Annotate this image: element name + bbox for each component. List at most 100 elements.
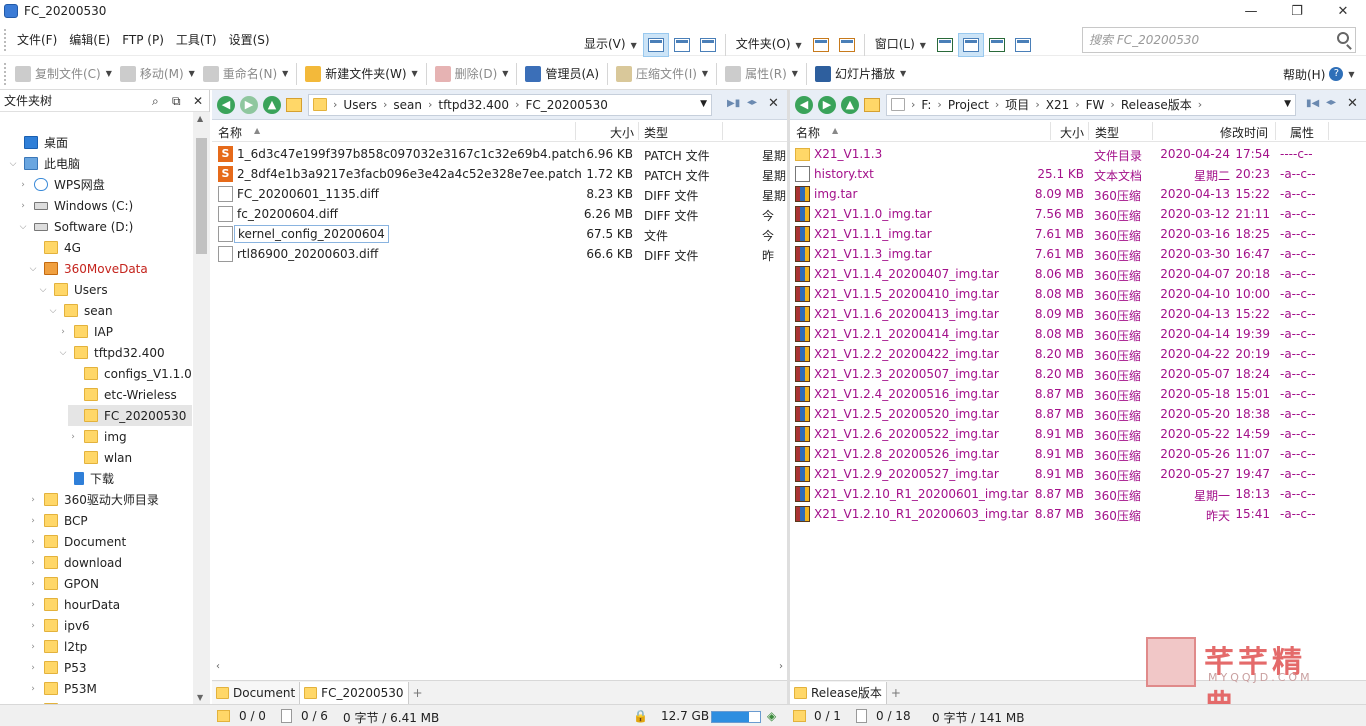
file-row[interactable]: X21_V1.2.10_R1_20200603_img.tar 8.87 MB 36… xyxy=(790,504,1350,524)
file-row[interactable]: rtl86900_20200603.diff 66.6 KB DIFF 文件 昨 xyxy=(212,244,787,264)
properties-button[interactable]: 属性(R) ▼ xyxy=(721,60,802,88)
scroll-left-icon[interactable]: ‹ xyxy=(216,661,220,672)
tree-item[interactable]: › IAP xyxy=(58,321,113,342)
tree-item[interactable]: ⌵ 360MoveData xyxy=(28,258,148,279)
breadcrumb-item[interactable]: tftpd32.400 xyxy=(438,98,509,112)
copy-file-button[interactable]: 复制文件(C) ▼ xyxy=(11,60,116,88)
menu-edit[interactable]: 编辑(E) xyxy=(63,24,116,56)
tree-item[interactable]: 下载 xyxy=(58,468,114,489)
disk-info-icon[interactable]: ◈ xyxy=(767,709,776,723)
file-row[interactable]: X21_V1.1.3_img.tar 7.61 MB 360压缩 2020-03-30… xyxy=(790,244,1350,264)
favorites-folder-icon[interactable] xyxy=(864,97,880,112)
delete-button[interactable]: 删除(D) ▼ xyxy=(431,60,513,88)
right-address-bar[interactable]: › F: › Project › 项目 › X21 › FW › Release版本 › ▼ xyxy=(886,93,1296,116)
collapsed-chevron-icon[interactable]: › xyxy=(28,621,38,631)
file-row[interactable]: X21_V1.1.1_img.tar 7.61 MB 360压缩 2020-03-16… xyxy=(790,224,1350,244)
breadcrumb-item[interactable]: sean xyxy=(393,98,422,112)
file-row[interactable]: X21_V1.2.5_20200520_img.tar 8.87 MB 360压缩 2… xyxy=(790,404,1350,424)
tree-item[interactable]: › ipv6 xyxy=(28,615,90,636)
file-row[interactable]: X21_V1.1.6_20200413_img.tar 8.09 MB 360压缩 2… xyxy=(790,304,1350,324)
up-icon[interactable]: ▲ xyxy=(841,95,859,114)
favorites-folder-icon[interactable] xyxy=(286,97,302,112)
add-tab-button[interactable]: + xyxy=(409,682,427,704)
minimize-button[interactable]: — xyxy=(1228,0,1274,22)
tab-release[interactable]: Release版本 xyxy=(790,681,887,704)
tree-item[interactable]: etc-Wrieless xyxy=(68,384,177,405)
breadcrumb-item[interactable]: FC_20200530 xyxy=(525,98,607,112)
file-row[interactable]: X21_V1.2.3_20200507_img.tar 8.20 MB 360压缩 2… xyxy=(790,364,1350,384)
folder-view-b-button[interactable] xyxy=(834,33,860,57)
menu-ftp[interactable]: FTP (P) xyxy=(116,24,170,56)
col-type-header[interactable]: 类型 xyxy=(1095,124,1119,141)
col-name-header[interactable]: 名称 xyxy=(796,124,820,141)
menu-file[interactable]: 文件(F) xyxy=(11,24,63,56)
collapsed-chevron-icon[interactable]: › xyxy=(68,432,78,442)
window-menu[interactable]: 窗口(L) ▼ xyxy=(869,28,932,62)
address-dropdown-icon[interactable]: ▼ xyxy=(1284,99,1291,109)
tab-fc-20200530[interactable]: FC_20200530 xyxy=(300,681,409,704)
layout-dual-button[interactable] xyxy=(957,33,984,57)
forward-icon[interactable]: ▶ xyxy=(240,95,258,114)
tree-item[interactable]: ⌵ Software (D:) xyxy=(18,216,134,237)
file-row[interactable]: X21_V1.2.9_20200527_img.tar 8.91 MB 360压缩 2… xyxy=(790,464,1350,484)
col-type-header[interactable]: 类型 xyxy=(644,124,668,141)
tree-item[interactable]: › WPS网盘 xyxy=(18,174,105,195)
file-row[interactable]: X21_V1.2.4_20200516_img.tar 8.87 MB 360压缩 2… xyxy=(790,384,1350,404)
col-name-header[interactable]: 名称 xyxy=(218,124,242,141)
file-row[interactable]: X21_V1.2.8_20200526_img.tar 8.91 MB 360压缩 2… xyxy=(790,444,1350,464)
pane-menu-icon[interactable]: ▮◀ xyxy=(1306,98,1319,109)
file-row[interactable]: X21_V1.2.10_R1_20200601_img.tar 8.87 MB 36… xyxy=(790,484,1350,504)
collapsed-chevron-icon[interactable]: › xyxy=(58,327,68,337)
admin-button[interactable]: 管理员(A) xyxy=(521,60,603,88)
tree-scrollbar[interactable]: ▲ ▼ xyxy=(193,112,210,704)
add-tab-button[interactable]: + xyxy=(887,682,905,704)
tree-item[interactable]: configs_V1.1.0 xyxy=(68,363,192,384)
tree-item[interactable]: wlan xyxy=(68,447,132,468)
file-row[interactable]: X21_V1.1.3 文件目录 2020-04-24 17:54 ----c-- xyxy=(790,144,1350,164)
rename-button[interactable]: 重命名(N) ▼ xyxy=(199,60,293,88)
file-row[interactable]: history.txt 25.1 KB 文本文档 星期二 20:23 -a--c-- xyxy=(790,164,1350,184)
tree-item[interactable]: › Windows (C:) xyxy=(18,195,133,216)
layout-preview-button[interactable] xyxy=(1010,33,1036,57)
expanded-chevron-icon[interactable]: ⌵ xyxy=(58,348,68,358)
menu-settings[interactable]: 设置(S) xyxy=(223,24,276,56)
view-list-button[interactable] xyxy=(669,33,695,57)
tree-item[interactable]: › l2tp xyxy=(28,636,87,657)
display-menu[interactable]: 显示(V) ▼ xyxy=(578,28,643,62)
collapsed-chevron-icon[interactable]: › xyxy=(18,180,28,190)
tree-close-icon[interactable]: ✕ xyxy=(193,94,203,108)
restore-button[interactable]: ❐ xyxy=(1274,0,1320,22)
file-row[interactable]: X21_V1.2.6_20200522_img.tar 8.91 MB 360压缩 2… xyxy=(790,424,1350,444)
expanded-chevron-icon[interactable]: ⌵ xyxy=(18,222,28,232)
file-row[interactable]: S 2_8df4e1b3a9217e3facb096e3e42a4c52e328e… xyxy=(212,164,787,184)
collapsed-chevron-icon[interactable]: › xyxy=(28,579,38,589)
tree-item[interactable]: ⌵ sean xyxy=(48,300,113,321)
file-row[interactable]: X21_V1.2.1_20200414_img.tar 8.08 MB 360压缩 2… xyxy=(790,324,1350,344)
menu-grip[interactable] xyxy=(4,28,7,51)
layout-single-button[interactable] xyxy=(932,33,958,57)
file-row[interactable]: fc_20200604.diff 6.26 MB DIFF 文件 今 xyxy=(212,204,787,224)
scroll-right-icon[interactable]: › xyxy=(779,661,783,672)
tree-item[interactable]: › P53M xyxy=(28,678,97,699)
expanded-chevron-icon[interactable]: ⌵ xyxy=(8,159,18,169)
expanded-chevron-icon[interactable]: ⌵ xyxy=(38,285,48,295)
col-modified-header[interactable]: 修改时间 xyxy=(1220,124,1268,141)
pane-close-icon[interactable]: ✕ xyxy=(1347,96,1358,111)
file-row[interactable]: S 1_6d3c47e199f397b858c097032e3167c1c32e6… xyxy=(212,144,787,164)
menu-tools[interactable]: 工具(T) xyxy=(170,24,223,56)
tree-scroll-thumb[interactable] xyxy=(196,138,207,254)
folder-view-a-button[interactable] xyxy=(808,33,834,57)
breadcrumb-item[interactable]: FW xyxy=(1086,98,1105,112)
compress-button[interactable]: 压缩文件(I) ▼ xyxy=(612,60,712,88)
layout-horizontal-button[interactable] xyxy=(984,33,1010,57)
tree-item[interactable]: 桌面 xyxy=(8,132,68,153)
lock-icon[interactable]: 🔒 xyxy=(633,709,648,723)
file-row[interactable]: X21_V1.1.0_img.tar 7.56 MB 360压缩 2020-03-12… xyxy=(790,204,1350,224)
search-input[interactable]: 搜索 FC_20200530 xyxy=(1082,27,1356,53)
col-size-header[interactable]: 大小 xyxy=(1060,124,1084,141)
tree-item[interactable]: › download xyxy=(28,552,122,573)
collapsed-chevron-icon[interactable]: › xyxy=(28,642,38,652)
breadcrumb-item[interactable]: Users xyxy=(343,98,377,112)
pane-swap-icon[interactable]: ◂▸ xyxy=(1326,97,1336,108)
file-row[interactable]: FC_20200601_1135.diff 8.23 KB DIFF 文件 星期 xyxy=(212,184,787,204)
